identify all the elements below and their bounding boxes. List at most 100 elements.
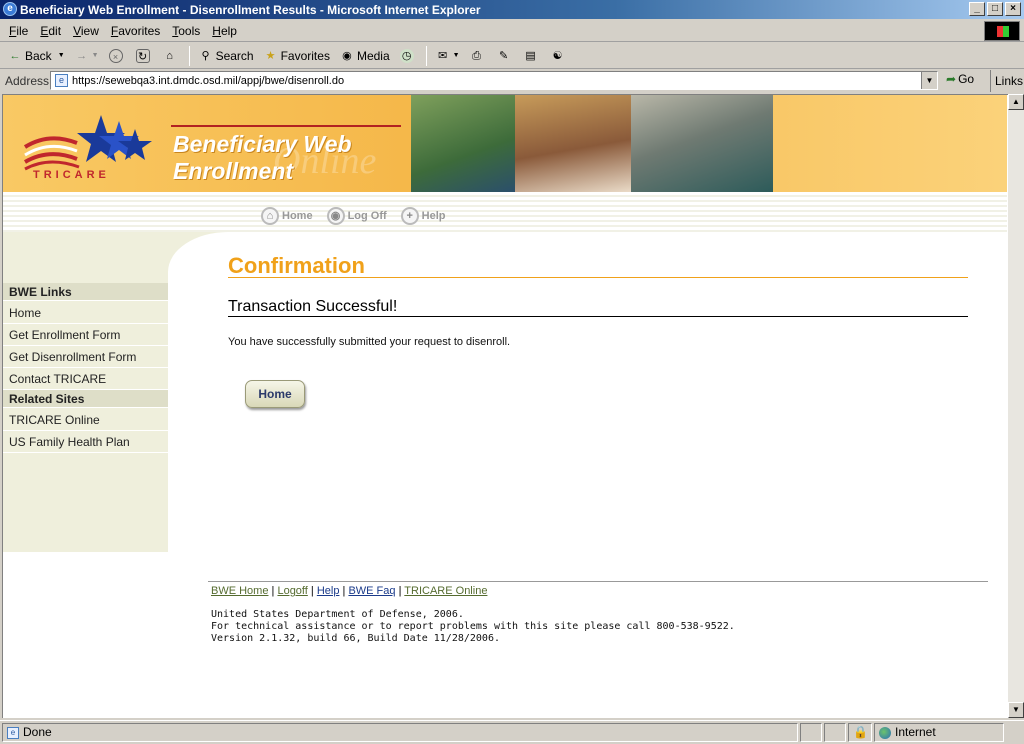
search-icon: ⚲: [201, 49, 210, 62]
status-bar: e Done 🔒 Internet: [0, 720, 1024, 744]
address-url: https://sewebqa3.int.dmdc.osd.mil/appj/b…: [72, 74, 345, 87]
home-button[interactable]: Home: [245, 380, 305, 408]
sidebar-link-us-family-health-plan[interactable]: US Family Health Plan: [3, 431, 168, 453]
back-button[interactable]: ← Back ▼: [4, 45, 69, 67]
minimize-button[interactable]: _: [969, 2, 985, 16]
footer-copyright: United States Department of Defense, 200…: [211, 609, 464, 620]
discuss-button[interactable]: ▤: [520, 45, 545, 67]
history-button[interactable]: ◷: [396, 45, 421, 67]
footer-version: Version 2.1.32, build 66, Build Date 11/…: [211, 633, 500, 644]
browser-window: e Beneficiary Web Enrollment - Disenroll…: [0, 0, 1024, 744]
page-title: Confirmation: [228, 253, 365, 278]
footer-links: BWE Home | Logoff | Help | BWE Faq | TRI…: [211, 585, 488, 597]
status-text-cell: e Done: [2, 723, 798, 742]
star-icon: ★: [265, 49, 276, 62]
menu-help[interactable]: Help: [207, 24, 243, 38]
nav-help[interactable]: + Help: [400, 207, 446, 225]
menu-file[interactable]: File: [4, 24, 34, 38]
sidebar-section-bwe-links: BWE Links: [3, 283, 168, 301]
messenger-button[interactable]: ☯: [547, 45, 572, 67]
favorites-button[interactable]: ★ Favorites: [260, 45, 334, 67]
windows-logo-icon: [984, 21, 1020, 41]
title-bar: e Beneficiary Web Enrollment - Disenroll…: [0, 0, 1024, 19]
links-button[interactable]: Links: [990, 70, 1023, 92]
printer-icon: ⎙: [472, 49, 481, 62]
banner-photo-couple: [515, 95, 631, 192]
globe-icon: [879, 726, 891, 739]
forward-button[interactable]: → ▼: [71, 45, 103, 67]
nav-home[interactable]: ⌂ Home: [261, 207, 313, 225]
nav-logoff[interactable]: ◉ Log Off: [326, 207, 387, 225]
ie-logo-icon: e: [3, 2, 17, 16]
chevron-down-icon: ▼: [452, 52, 460, 59]
success-heading: Transaction Successful!: [228, 298, 398, 315]
footer-link-tricare-online[interactable]: TRICARE Online: [404, 585, 487, 597]
refresh-button[interactable]: ↻: [132, 45, 157, 67]
menu-tools[interactable]: Tools: [167, 24, 206, 38]
footer-link-logoff[interactable]: Logoff: [277, 585, 307, 597]
top-nav: ⌂ Home ◉ Log Off + Help: [261, 207, 446, 225]
menu-favorites[interactable]: Favorites: [106, 24, 166, 38]
scroll-up-icon[interactable]: ▲: [1008, 94, 1024, 110]
banner-title: Beneficiary Web Enrollment: [173, 131, 352, 184]
home-toolbar-button[interactable]: ⌂: [159, 45, 184, 67]
chevron-down-icon: ▼: [91, 52, 99, 59]
house-icon: ⌂: [166, 49, 173, 62]
status-text: Done: [23, 725, 52, 739]
mail-icon: ✉: [438, 49, 448, 62]
address-bar: Address e https://sewebqa3.int.dmdc.osd.…: [0, 70, 1024, 92]
sidebar-link-home[interactable]: Home: [3, 302, 168, 324]
stop-button[interactable]: ×: [105, 45, 130, 67]
search-button[interactable]: ⚲ Search: [195, 45, 258, 67]
page-done-icon: e: [7, 726, 19, 739]
refresh-icon: ↻: [135, 48, 150, 63]
print-button[interactable]: ⎙: [466, 45, 491, 67]
tricare-logo-text: TRICARE: [33, 169, 110, 181]
sidebar-link-tricare-online[interactable]: TRICARE Online: [3, 409, 168, 431]
go-button[interactable]: ➦ Go: [946, 72, 974, 86]
ssl-lock-icon: 🔒: [848, 723, 872, 742]
messenger-icon: ☯: [552, 49, 563, 62]
menu-bar: File Edit View Favorites Tools Help: [0, 20, 1024, 42]
footer-link-bwe-home[interactable]: BWE Home: [211, 585, 268, 597]
sidebar-link-enrollment-form[interactable]: Get Enrollment Form: [3, 324, 168, 346]
media-button[interactable]: ◉ Media: [336, 45, 394, 67]
scroll-down-icon[interactable]: ▼: [1008, 702, 1024, 718]
toolbar: ← Back ▼ → ▼ × ↻ ⌂ ⚲ Search ★ Favorites ◉ M…: [0, 43, 1024, 69]
menu-view[interactable]: View: [68, 24, 105, 38]
media-icon: ◉: [342, 49, 352, 62]
vertical-scrollbar[interactable]: ▲ ▼: [1008, 94, 1024, 718]
banner-photo-family: [411, 95, 515, 192]
forward-arrow-icon: →: [76, 49, 88, 62]
footer-support: For technical assistance or to report pr…: [211, 621, 735, 632]
window-title: Beneficiary Web Enrollment - Disenrollme…: [20, 2, 481, 17]
sidebar-link-contact-tricare[interactable]: Contact TRICARE: [3, 368, 168, 390]
back-arrow-icon: ←: [9, 49, 21, 62]
security-zone: Internet: [874, 723, 1004, 742]
edit-button[interactable]: ✎: [493, 45, 518, 67]
nav-stripe: [3, 192, 1007, 232]
chevron-down-icon: ▼: [57, 52, 65, 59]
mail-button[interactable]: ✉ ▼: [432, 45, 464, 67]
close-button[interactable]: ×: [1005, 2, 1021, 16]
address-label: Address: [5, 74, 50, 88]
toolbar-separator: [188, 45, 190, 66]
logoff-icon: ◉: [326, 207, 345, 225]
address-input[interactable]: e https://sewebqa3.int.dmdc.osd.mil/appj…: [50, 71, 938, 90]
home-icon: ⌂: [261, 207, 279, 225]
sidebar-link-disenrollment-form[interactable]: Get Disenrollment Form: [3, 346, 168, 368]
page-icon: e: [55, 74, 68, 87]
sidebar-section-related-sites: Related Sites: [3, 390, 168, 408]
footer-link-help[interactable]: Help: [317, 585, 340, 597]
menu-edit[interactable]: Edit: [35, 24, 67, 38]
banner: TRICARE Online Beneficiary Web Enrollmen…: [3, 95, 1007, 192]
toolbar-separator: [425, 45, 427, 66]
stop-icon: ×: [108, 48, 123, 63]
document-icon: ▤: [525, 49, 536, 62]
address-dropdown-icon[interactable]: ▼: [921, 72, 937, 89]
plus-icon: +: [400, 207, 419, 225]
banner-photo-nurse: [631, 95, 773, 192]
history-icon: ◷: [399, 48, 414, 63]
maximize-button[interactable]: □: [987, 2, 1003, 16]
footer-link-bwe-faq[interactable]: BWE Faq: [348, 585, 395, 597]
